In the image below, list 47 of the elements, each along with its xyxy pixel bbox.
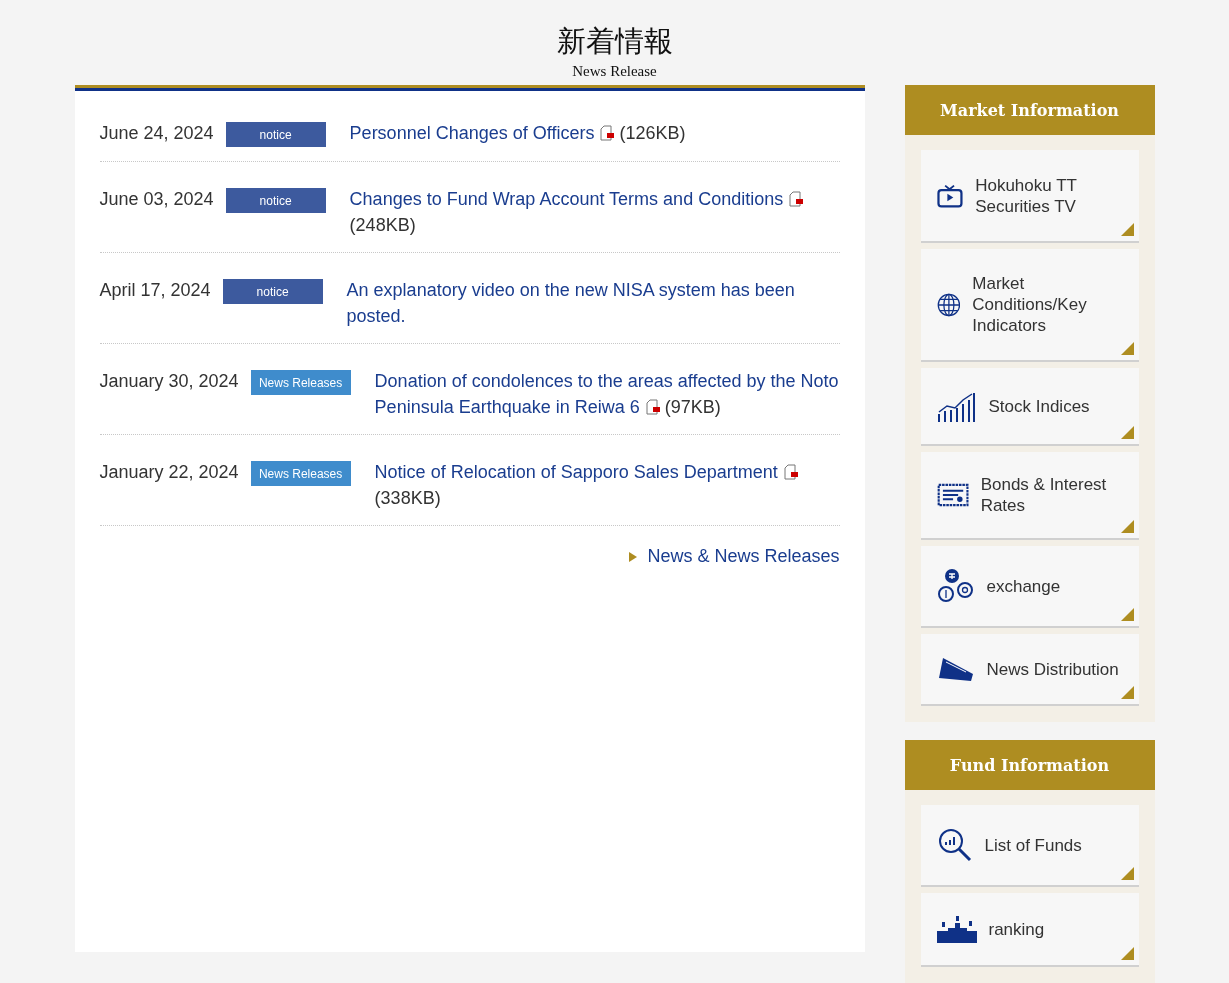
news-date: January 30, 2024 [99,370,239,393]
page-title: 新着情報 [556,23,673,60]
corner-triangle-icon [1120,223,1134,236]
category-tag: notice [225,188,326,213]
pdf-file-icon [783,464,799,480]
corner-triangle-icon [1120,867,1134,880]
news-title-link[interactable]: Personnel Changes of Officers (126KB) [349,120,840,146]
corner-triangle-icon [1120,520,1134,533]
news-date: June 24, 2024 [99,122,214,145]
sidebar-link[interactable]: ranking [920,893,1139,967]
sidebar-link[interactable]: List of Funds [920,805,1139,887]
category-tag: News Releases [250,370,351,395]
sidebar-link[interactable]: Market Conditions/Key Indicators [920,249,1139,362]
coins-icon [936,568,975,604]
sidebar-link[interactable]: exchange [920,546,1139,628]
corner-triangle-icon [1120,608,1134,621]
news-date: April 17, 2024 [99,279,211,302]
podium-icon [936,915,977,943]
news-title-link[interactable]: Notice of Relocation of Sapporo Sales Department (338KB) [374,459,840,511]
magnifier-chart-icon [936,827,973,863]
certificate-icon [936,481,969,509]
panel-header: Fund Information [904,740,1155,790]
news-date: June 03, 2024 [99,188,214,211]
news-date: January 22, 2024 [99,461,239,484]
news-title-link[interactable]: An explanatory video on the new NISA system has been posted. [346,277,840,329]
corner-triangle-icon [1120,947,1134,960]
panel-header: Market Information [904,85,1155,135]
corner-triangle-icon [1120,342,1134,355]
sidebar-link[interactable]: Bonds & Interest Rates [920,452,1139,540]
sidebar-link[interactable]: Stock Indices [920,368,1139,446]
pdf-file-icon [600,125,616,141]
pdf-file-icon [645,399,661,415]
more-news-link[interactable]: News & News Releases [647,546,840,567]
sidebar-link[interactable]: News Distribution [920,634,1139,706]
news-title-link[interactable]: Changes to Fund Wrap Account Terms and Conditions (248KB) [349,186,840,238]
bar-chart-icon [936,390,977,422]
megaphone-icon [936,656,975,682]
category-tag: notice [225,122,326,147]
news-title-link[interactable]: Donation of condolences to the areas affected by the Noto Peninsula Earthquake in Reiwa 6 (97KB) [374,368,840,420]
pdf-file-icon [789,191,805,207]
triangle-bullet-icon [629,551,638,562]
sidebar-link[interactable]: Hokuhoku TT Securities TV [920,150,1139,243]
category-tag: notice [222,279,323,304]
corner-triangle-icon [1120,686,1134,699]
corner-triangle-icon [1120,426,1134,439]
page-subtitle: News Release [572,63,657,80]
category-tag: News Releases [250,461,351,486]
